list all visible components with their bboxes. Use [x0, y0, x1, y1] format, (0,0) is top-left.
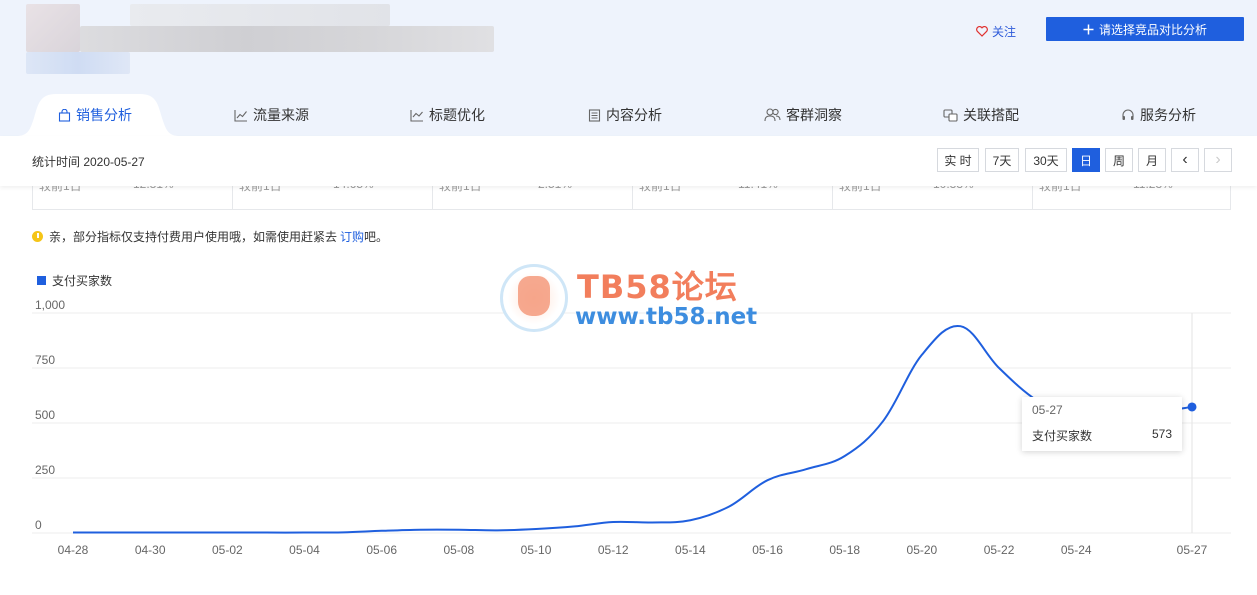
- plus-icon: [1083, 24, 1094, 34]
- tab-label: 服务分析: [1140, 107, 1196, 123]
- tooltip-date: 05-27: [1032, 403, 1063, 417]
- y-tick-label: 0: [35, 518, 42, 532]
- tab-service-analysis[interactable]: 服务分析: [1121, 94, 1196, 136]
- period-week-button[interactable]: 周: [1105, 148, 1133, 172]
- legend-swatch: [37, 276, 46, 285]
- notice-text-after: 吧。: [364, 230, 389, 244]
- tooltip-value: 573: [1151, 427, 1172, 441]
- stat-time: 统计时间 2020-05-27: [32, 155, 145, 169]
- compare-competitor-button[interactable]: 请选择竞品对比分析: [1046, 17, 1244, 41]
- tab-customer-insight[interactable]: 客群洞察: [764, 94, 842, 136]
- tab-related-matching[interactable]: 关联搭配: [943, 94, 1019, 136]
- tab-sales-analysis[interactable]: 销售分析: [58, 94, 132, 136]
- prev-date-button[interactable]: ‹: [1171, 148, 1199, 172]
- tab-label: 客群洞察: [786, 107, 842, 123]
- tab-label: 关联搭配: [963, 107, 1019, 123]
- x-tick-label: 05-10: [521, 543, 552, 557]
- x-tick-label: 05-24: [1061, 543, 1092, 557]
- compare-label: 请选择竞品对比分析: [1098, 22, 1207, 37]
- period-30d-button[interactable]: 30天: [1025, 148, 1067, 172]
- link-icon: [943, 108, 958, 122]
- y-tick-label: 250: [35, 463, 55, 477]
- document-icon: [588, 108, 601, 122]
- tab-content-analysis[interactable]: 内容分析: [588, 94, 662, 136]
- date-toolbar: 统计时间 2020-05-27 实 时 7天 30天 日 周 月 ‹ ›: [0, 136, 1257, 186]
- tab-traffic-source[interactable]: 流量来源: [234, 94, 309, 136]
- notice-text-before: 亲，部分指标仅支持付费用户使用哦，如需使用赶紧去: [49, 230, 338, 244]
- next-date-button[interactable]: ›: [1204, 148, 1232, 172]
- x-tick-label: 04-28: [58, 543, 89, 557]
- x-tick-label: 05-14: [675, 543, 706, 557]
- bag-icon: [58, 108, 71, 122]
- product-image-blurred: [26, 4, 80, 52]
- tab-label: 流量来源: [253, 107, 309, 123]
- x-tick-label: 05-02: [212, 543, 243, 557]
- follow-label: 关注: [992, 24, 1017, 39]
- tab-title-optimization[interactable]: 标题优化: [410, 94, 485, 136]
- x-tick-label: 05-04: [289, 543, 320, 557]
- paid-feature-notice: 亲，部分指标仅支持付费用户使用哦，如需使用赶紧去: [32, 228, 337, 245]
- follow-button[interactable]: 关注: [976, 22, 1016, 40]
- x-tick-label: 04-30: [135, 543, 166, 557]
- chart-tooltip: 05-27 支付买家数 573: [1022, 397, 1182, 451]
- product-title-blurred-top: [130, 4, 390, 26]
- product-tag-blurred: [26, 52, 130, 74]
- headset-icon: [1122, 109, 1134, 120]
- users-icon: [764, 108, 781, 122]
- analysis-tabs: 销售分析 流量来源 标题优化 内容分析 客群洞察 关联搭配 服务分析: [0, 94, 1257, 136]
- tab-label: 标题优化: [429, 107, 485, 123]
- tooltip-series-name: 支付买家数: [1032, 429, 1093, 443]
- info-icon: [32, 231, 43, 242]
- line-chart-icon: [234, 109, 247, 122]
- x-tick-label: 05-12: [598, 543, 629, 557]
- period-realtime-button[interactable]: 实 时: [937, 148, 979, 172]
- hovered-data-point: [1187, 402, 1197, 412]
- chart-legend[interactable]: 支付买家数: [37, 272, 112, 289]
- x-tick-label: 05-22: [984, 543, 1015, 557]
- x-tick-label: 05-16: [752, 543, 783, 557]
- legend-label: 支付买家数: [52, 274, 113, 288]
- x-tick-label: 05-06: [366, 543, 397, 557]
- y-tick-label: 750: [35, 353, 55, 367]
- x-tick-label: 05-08: [444, 543, 475, 557]
- subscribe-link[interactable]: 订购: [340, 228, 364, 245]
- x-tick-label: 05-20: [907, 543, 938, 557]
- trend-icon: [410, 109, 423, 122]
- x-axis: 04-28 04-30 05-02 05-04 05-06 05-08 05-10 05-12…: [58, 543, 1208, 557]
- y-tick-label: 1,000: [35, 298, 65, 312]
- tab-label: 内容分析: [606, 107, 662, 123]
- tab-label: 销售分析: [76, 107, 132, 123]
- period-7d-button[interactable]: 7天: [985, 148, 1019, 172]
- period-day-button[interactable]: 日: [1072, 148, 1100, 172]
- period-month-button[interactable]: 月: [1138, 148, 1166, 172]
- y-axis: 0 250 500 750 1,000: [35, 298, 65, 532]
- product-title-blurred: [80, 26, 494, 52]
- x-tick-label: 05-18: [829, 543, 860, 557]
- y-tick-label: 500: [35, 408, 55, 422]
- x-tick-label: 05-27: [1177, 543, 1208, 557]
- heart-icon: [976, 25, 988, 37]
